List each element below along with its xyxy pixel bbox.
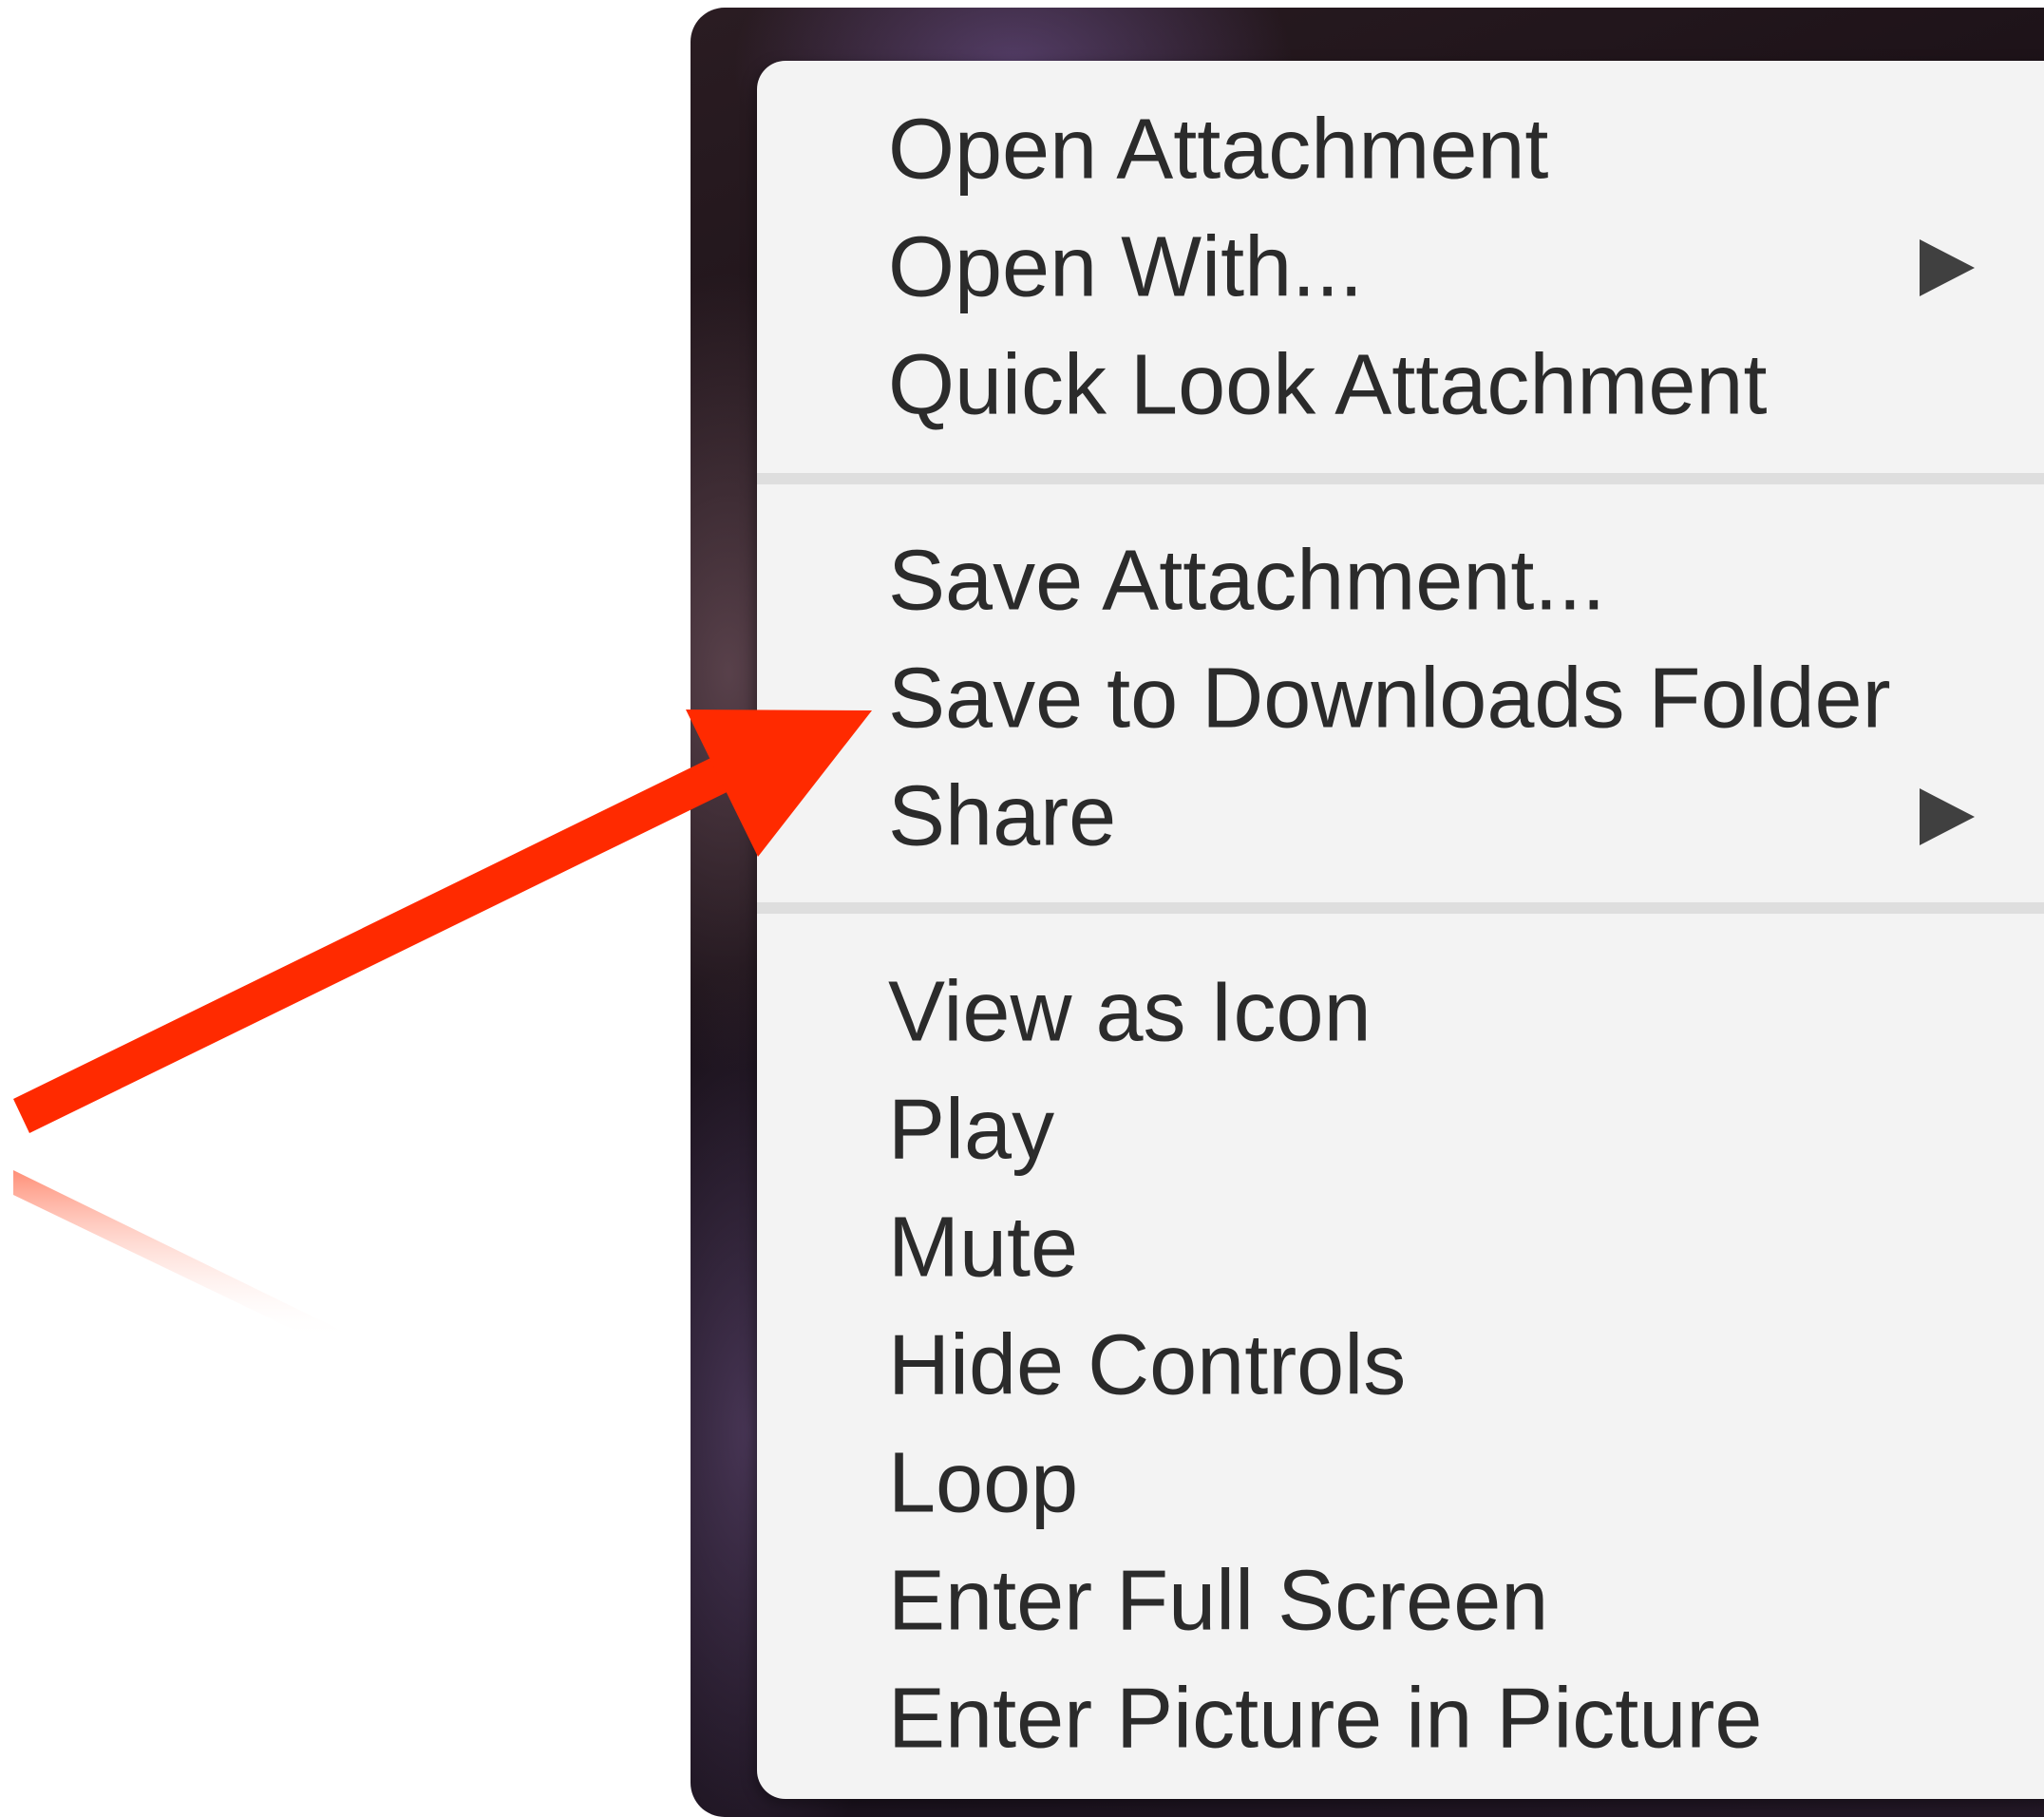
menu-item-open-attachment[interactable]: Open Attachment xyxy=(757,91,2044,209)
menu-item-mute[interactable]: Mute xyxy=(757,1189,2044,1307)
menu-item-label: Hide Controls xyxy=(888,1317,1407,1413)
menu-item-label: View as Icon xyxy=(888,964,1372,1060)
menu-item-label: Loop xyxy=(888,1435,1079,1531)
submenu-arrow-icon xyxy=(1920,239,1975,296)
menu-item-label: Open With... xyxy=(888,219,1364,315)
menu-item-label: Enter Picture in Picture xyxy=(888,1671,1763,1767)
submenu-arrow-icon xyxy=(1920,788,1975,845)
menu-item-enter-full-screen[interactable]: Enter Full Screen xyxy=(757,1543,2044,1660)
menu-item-label: Quick Look Attachment xyxy=(888,337,1768,433)
menu-item-label: Mute xyxy=(888,1200,1079,1296)
menu-item-label: Enter Full Screen xyxy=(888,1553,1549,1649)
arrow-reflection xyxy=(13,1170,359,1339)
menu-item-loop[interactable]: Loop xyxy=(757,1425,2044,1543)
menu-separator xyxy=(757,473,2044,484)
menu-item-share[interactable]: Share xyxy=(757,758,2044,876)
arrow-shaft xyxy=(13,742,760,1133)
menu-separator xyxy=(757,902,2044,914)
menu-item-quick-look-attachment[interactable]: Quick Look Attachment xyxy=(757,327,2044,445)
menu-item-label: Open Attachment xyxy=(888,102,1549,198)
menu-item-open-with[interactable]: Open With... xyxy=(757,209,2044,327)
screenshot-stage: Open Attachment Open With... Quick Look … xyxy=(0,0,2044,1817)
menu-item-save-to-downloads-folder[interactable]: Save to Downloads Folder xyxy=(757,640,2044,758)
menu-item-label: Save to Downloads Folder xyxy=(888,651,1891,747)
menu-item-label: Share xyxy=(888,768,1117,864)
menu-item-view-as-icon[interactable]: View as Icon xyxy=(757,954,2044,1071)
menu-item-play[interactable]: Play xyxy=(757,1071,2044,1189)
menu-item-label: Save Attachment... xyxy=(888,533,1606,629)
menu-item-enter-picture-in-picture[interactable]: Enter Picture in Picture xyxy=(757,1660,2044,1778)
menu-item-label: Play xyxy=(888,1082,1055,1178)
context-menu: Open Attachment Open With... Quick Look … xyxy=(757,61,2044,1799)
menu-item-hide-controls[interactable]: Hide Controls xyxy=(757,1307,2044,1425)
menu-item-save-attachment[interactable]: Save Attachment... xyxy=(757,522,2044,640)
